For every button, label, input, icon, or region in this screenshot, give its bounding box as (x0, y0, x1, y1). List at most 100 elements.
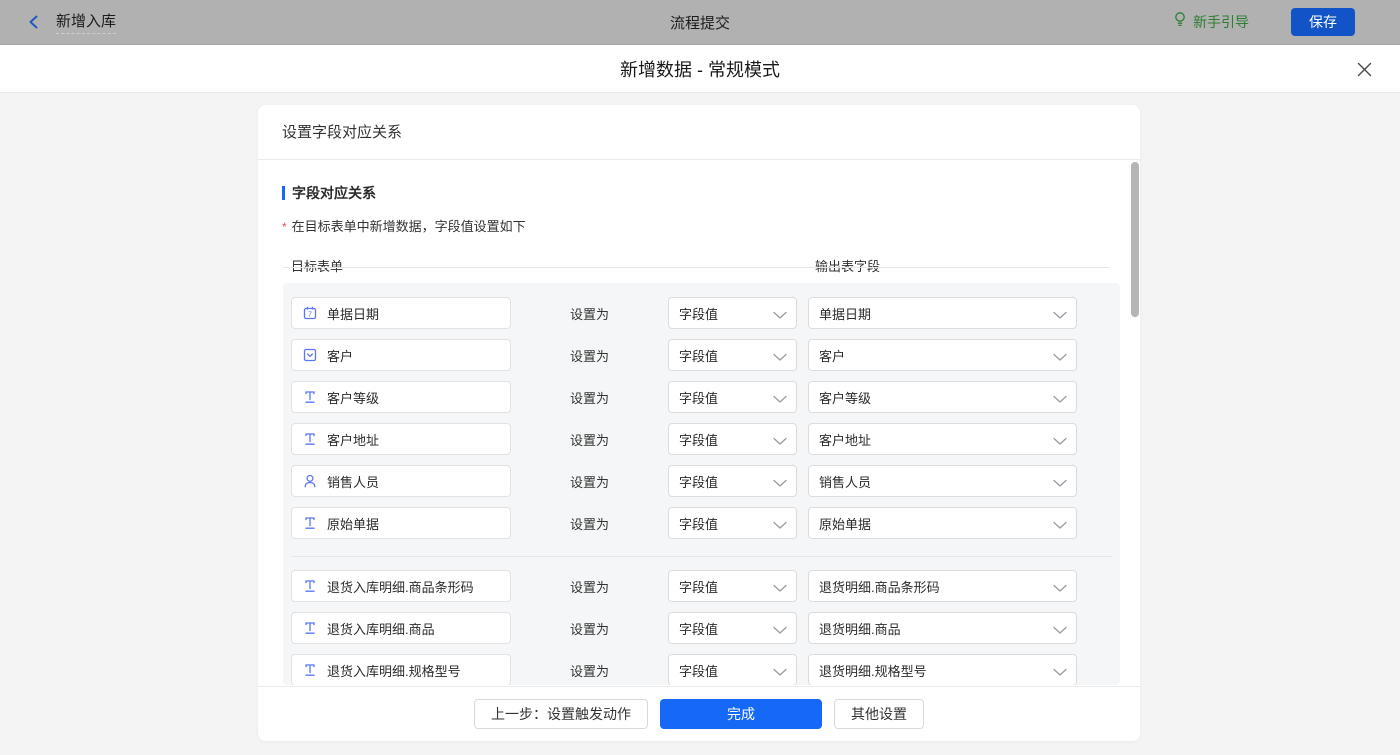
flow-name-label[interactable]: 新增入库 (56, 10, 116, 34)
chevron-down-icon (773, 664, 787, 682)
modal-title: 新增数据 - 常规模式 (620, 56, 780, 82)
table-row: 客户地址 设置为 字段值 客户地址 (291, 423, 1120, 455)
set-as-label: 设置为 (511, 619, 668, 638)
save-button[interactable]: 保存 (1291, 8, 1355, 36)
output-field-select[interactable]: 客户等级 (808, 381, 1077, 413)
section-title: 字段对应关系 (282, 183, 1140, 203)
set-as-label: 设置为 (511, 661, 668, 680)
column-header-output-fields: 输出表字段 (815, 256, 880, 275)
set-as-label: 设置为 (511, 472, 668, 491)
set-as-label: 设置为 (511, 304, 668, 323)
text-icon (302, 662, 318, 678)
accent-bar (282, 186, 285, 200)
header-divider (283, 267, 1110, 268)
output-field-select[interactable]: 销售人员 (808, 465, 1077, 497)
required-mark: * (282, 220, 287, 234)
set-as-label: 设置为 (511, 430, 668, 449)
chevron-down-icon (1053, 391, 1067, 409)
chevron-down-icon (773, 517, 787, 535)
value-mode-select[interactable]: 字段值 (668, 339, 797, 371)
target-field-detail-spec[interactable]: 退货入库明细.规格型号 (291, 654, 511, 685)
output-field-select[interactable]: 单据日期 (808, 297, 1077, 329)
target-field-customer-level[interactable]: 客户等级 (291, 381, 511, 413)
done-button[interactable]: 完成 (660, 699, 822, 729)
topbar: 新增入库 流程提交 新手引导 保存 (0, 0, 1400, 45)
chevron-down-icon (773, 307, 787, 325)
field-mapping-list: 单据日期 设置为 字段值 单据日期 客户 设置为 (283, 283, 1120, 685)
chevron-down-icon (773, 622, 787, 640)
output-field-select[interactable]: 退货明细.规格型号 (808, 654, 1077, 685)
modal-footer: 上一步：设置触发动作 完成 其他设置 (258, 686, 1140, 741)
modal-body: 设置字段对应关系 字段对应关系 *在目标表单中新增数据，字段值设置如下 目标表单… (0, 93, 1400, 755)
table-row: 退货入库明细.规格型号 设置为 字段值 退货明细.规格型号 (291, 654, 1120, 685)
chevron-down-icon (1053, 580, 1067, 598)
other-settings-button[interactable]: 其他设置 (834, 699, 924, 729)
column-header-target-form: 目标表单 (291, 256, 343, 275)
value-mode-select[interactable]: 字段值 (668, 612, 797, 644)
card-header-title: 设置字段对应关系 (258, 105, 1140, 160)
table-row: 销售人员 设置为 字段值 销售人员 (291, 465, 1120, 497)
value-mode-select[interactable]: 字段值 (668, 381, 797, 413)
set-as-label: 设置为 (511, 577, 668, 596)
back-icon[interactable] (24, 12, 44, 32)
text-icon (302, 620, 318, 636)
target-field-customer-address[interactable]: 客户地址 (291, 423, 511, 455)
close-icon[interactable] (1352, 57, 1376, 81)
chevron-down-icon (1053, 307, 1067, 325)
target-field-date[interactable]: 单据日期 (291, 297, 511, 329)
chevron-down-icon (1053, 517, 1067, 535)
target-field-detail-product[interactable]: 退货入库明细.商品 (291, 612, 511, 644)
value-mode-select[interactable]: 字段值 (668, 570, 797, 602)
chevron-down-icon (773, 433, 787, 451)
output-field-select[interactable]: 退货明细.商品 (808, 612, 1077, 644)
target-field-detail-barcode[interactable]: 退货入库明细.商品条形码 (291, 570, 511, 602)
value-mode-select[interactable]: 字段值 (668, 654, 797, 685)
table-row: 原始单据 设置为 字段值 原始单据 (291, 507, 1120, 539)
lightbulb-icon (1172, 11, 1188, 33)
instruction-text: *在目标表单中新增数据，字段值设置如下 (282, 216, 1140, 235)
table-row: 退货入库明细.商品 设置为 字段值 退货明细.商品 (291, 612, 1120, 644)
value-mode-select[interactable]: 字段值 (668, 297, 797, 329)
value-mode-select[interactable]: 字段值 (668, 465, 797, 497)
set-as-label: 设置为 (511, 388, 668, 407)
chevron-down-icon (773, 475, 787, 493)
select-icon (302, 347, 318, 363)
set-as-label: 设置为 (511, 346, 668, 365)
value-mode-select[interactable]: 字段值 (668, 507, 797, 539)
target-field-original-doc[interactable]: 原始单据 (291, 507, 511, 539)
beginner-guide-link[interactable]: 新手引导 (1172, 11, 1249, 33)
field-mapping-card: 设置字段对应关系 字段对应关系 *在目标表单中新增数据，字段值设置如下 目标表单… (258, 105, 1140, 741)
modal-titlebar: 新增数据 - 常规模式 (0, 45, 1400, 93)
chevron-down-icon (1053, 433, 1067, 451)
text-icon (302, 515, 318, 531)
chevron-down-icon (1053, 664, 1067, 682)
chevron-down-icon (773, 391, 787, 409)
value-mode-select[interactable]: 字段值 (668, 423, 797, 455)
target-field-sales-person[interactable]: 销售人员 (291, 465, 511, 497)
table-row: 客户 设置为 字段值 客户 (291, 339, 1120, 371)
beginner-guide-label: 新手引导 (1193, 12, 1249, 32)
column-headers: 目标表单 输出表字段 (258, 256, 1140, 274)
output-field-select[interactable]: 退货明细.商品条形码 (808, 570, 1077, 602)
text-icon (302, 431, 318, 447)
calendar-icon (302, 305, 318, 321)
set-as-label: 设置为 (511, 514, 668, 533)
output-field-select[interactable]: 客户地址 (808, 423, 1077, 455)
group-divider (291, 556, 1112, 557)
output-field-select[interactable]: 原始单据 (808, 507, 1077, 539)
target-field-customer[interactable]: 客户 (291, 339, 511, 371)
user-icon (302, 473, 318, 489)
chevron-down-icon (1053, 349, 1067, 367)
chevron-down-icon (1053, 475, 1067, 493)
table-row: 退货入库明细.商品条形码 设置为 字段值 退货明细.商品条形码 (291, 570, 1120, 602)
chevron-down-icon (773, 580, 787, 598)
chevron-down-icon (1053, 622, 1067, 640)
output-field-select[interactable]: 客户 (808, 339, 1077, 371)
text-icon (302, 578, 318, 594)
table-row: 客户等级 设置为 字段值 客户等级 (291, 381, 1120, 413)
scrollbar-thumb[interactable] (1131, 162, 1139, 317)
chevron-down-icon (773, 349, 787, 367)
table-row: 单据日期 设置为 字段值 单据日期 (291, 297, 1120, 329)
previous-step-button[interactable]: 上一步：设置触发动作 (474, 699, 648, 729)
text-icon (302, 389, 318, 405)
